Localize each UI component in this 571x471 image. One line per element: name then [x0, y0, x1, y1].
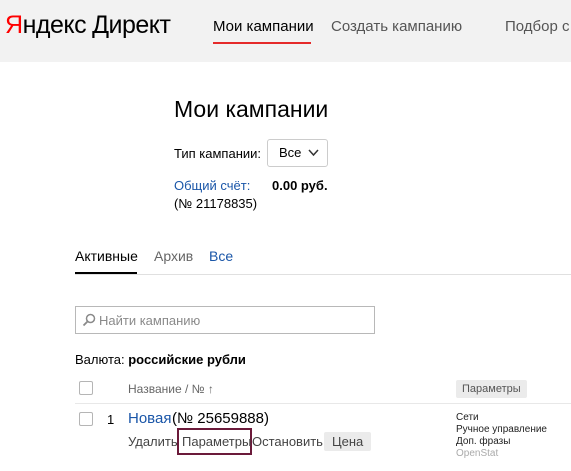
nav-create-campaign[interactable]: Создать кампанию	[331, 18, 462, 35]
shared-account-number: (№ 21178835)	[174, 196, 258, 211]
yandex-direct-logo[interactable]: Яндекс Директ	[5, 11, 171, 40]
row-checkbox[interactable]	[79, 412, 93, 426]
logo-letter: Я	[5, 11, 23, 39]
table-divider	[75, 403, 571, 404]
search-icon	[82, 313, 96, 327]
search-placeholder: Найти кампанию	[99, 313, 201, 328]
delete-link[interactable]: Удалить	[128, 434, 178, 449]
select-all-checkbox[interactable]	[79, 381, 93, 395]
param-networks: Сети	[456, 412, 479, 423]
campaign-name-link[interactable]: Новая	[128, 410, 171, 427]
top-bar: Яндекс Директ Мои кампании Создать кампан…	[0, 0, 571, 62]
tab-active[interactable]: Активные	[75, 248, 138, 264]
campaign-type-label: Тип кампании:	[174, 146, 262, 161]
param-openstat: OpenStat	[456, 448, 499, 459]
nav-podbor[interactable]: Подбор с	[505, 18, 570, 35]
campaign-number: (№ 25659888)	[172, 410, 269, 427]
nav-my-campaigns[interactable]: Мои кампании	[213, 18, 314, 35]
stop-link[interactable]: Остановить	[252, 434, 323, 449]
params-link[interactable]: Параметры	[177, 428, 252, 455]
price-button[interactable]: Цена	[324, 432, 372, 451]
currency-label: Валюта:	[75, 352, 125, 367]
chevron-down-icon	[308, 140, 319, 175]
tab-all[interactable]: Все	[209, 248, 233, 264]
nav-active-underline	[213, 42, 311, 44]
tab-archive[interactable]: Архив	[154, 248, 193, 264]
row-index: 1	[107, 412, 115, 427]
param-extra-phrases: Доп. фразы	[456, 436, 511, 447]
campaign-type-value: Все	[279, 145, 302, 160]
shared-account-sum: 0.00 руб.	[272, 178, 328, 193]
tabs-divider	[75, 274, 571, 275]
shared-account-link[interactable]: Общий счёт:	[174, 178, 250, 193]
column-header-params[interactable]: Параметры	[456, 380, 527, 398]
campaign-type-select[interactable]: Все	[267, 139, 328, 167]
logo-direct-text: Директ	[92, 11, 171, 39]
page-title: Мои кампании	[174, 96, 329, 122]
currency-info: Валюта: российские рубли	[75, 352, 246, 367]
logo-yandex-text: ндекс	[22, 11, 87, 39]
column-header-name[interactable]: Название / № ↑	[128, 382, 214, 396]
currency-value: российские рубли	[128, 352, 246, 367]
campaign-search-input[interactable]: Найти кампанию	[75, 306, 375, 334]
param-manual-control: Ручное управление	[456, 424, 547, 435]
